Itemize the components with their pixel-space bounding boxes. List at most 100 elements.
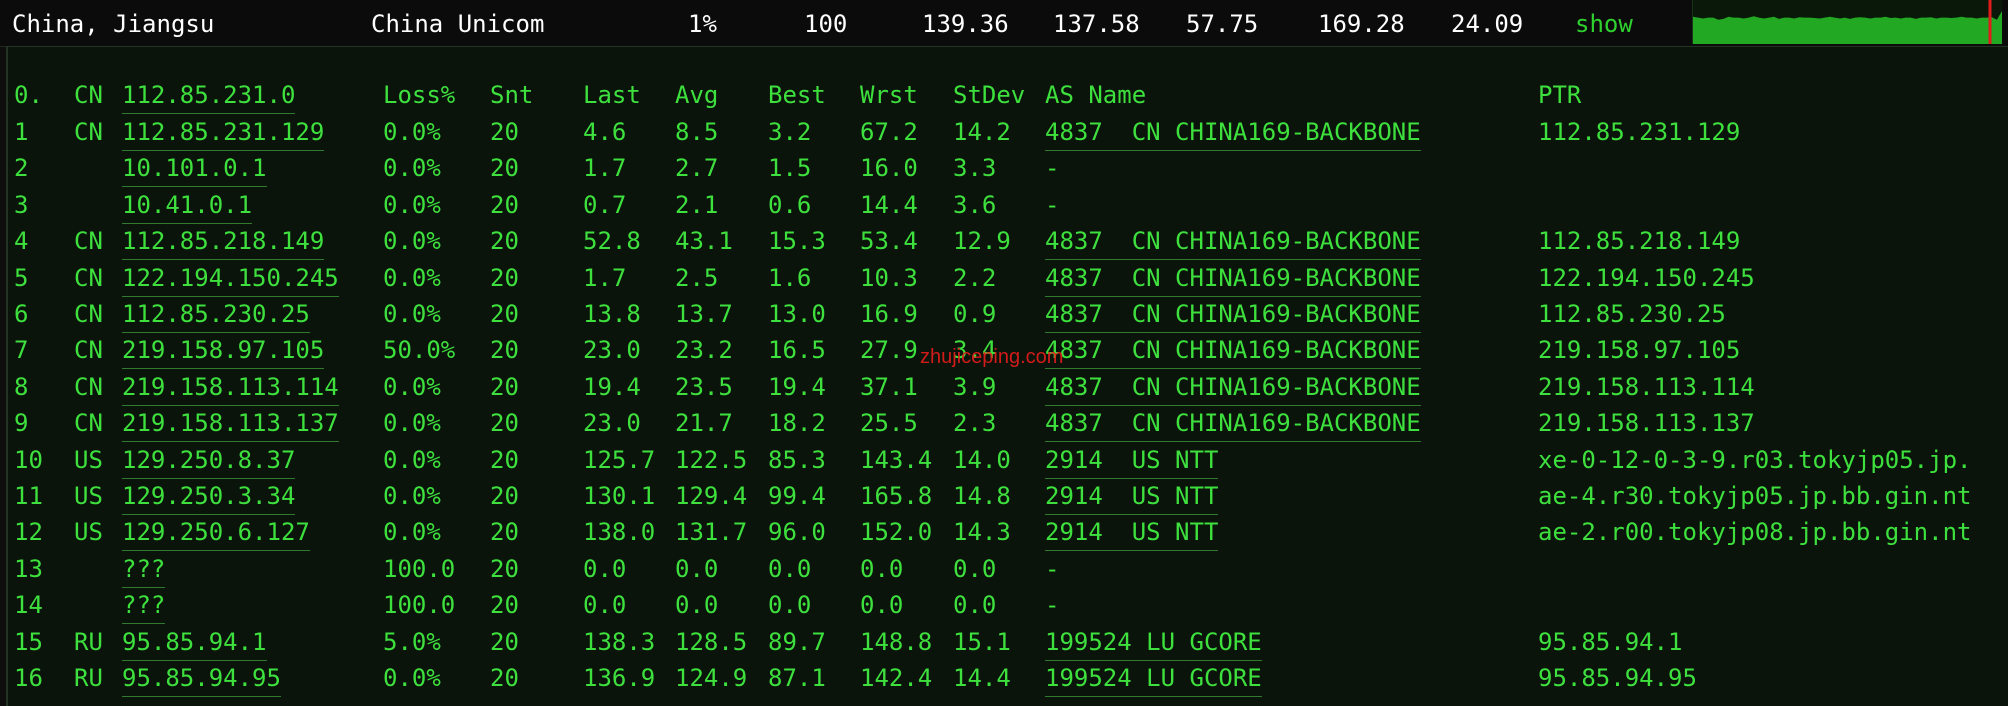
wrst-value: 143.4 [860,445,933,474]
col-wrst: Wrst [860,81,918,109]
hop-number: 7 [14,336,29,365]
snt-value: 20 [490,445,519,474]
hop-number: 13 [14,554,43,583]
table-row: 10 US 129.250.8.37 0.0% 20 125.7 122.5 85.3 143.… [8,443,2008,479]
col-avg: Avg [675,81,719,109]
host-link[interactable]: 10.101.0.1 [122,151,267,188]
col-cc: CN [74,81,103,109]
last-value: 13.8 [583,300,641,328]
table-row: 1 CN 112.85.231.129 0.0% 20 4.6 8.5 3.2 67.2 14.2… [8,115,2008,151]
host-link[interactable]: 95.85.94.95 [122,661,281,697]
table-row: 6 CN 112.85.230.25 0.0% 20 13.8 13.7 13.0 16.9 0.… [8,297,2008,333]
snt-value: 20 [490,227,519,256]
host-link[interactable]: 112.85.231.129 [122,115,325,151]
host-link[interactable]: 219.158.97.105 [122,333,325,370]
host-link[interactable]: 129.250.3.34 [122,479,296,515]
summary-best: 57.75 [1186,10,1259,38]
as-name-link[interactable]: 4837 CN CHINA169-BACKBONE [1045,297,1421,333]
col-last: Last [583,81,641,109]
wrst-value: 165.8 [860,482,933,510]
as-name-link[interactable]: 4837 CN CHINA169-BACKBONE [1045,224,1421,261]
last-value: 138.3 [583,627,656,656]
snt-value: 20 [490,627,519,656]
stdev-value: 14.4 [953,664,1011,692]
stdev-value: 14.2 [953,118,1011,146]
avg-value: 23.2 [675,336,733,365]
country-code: US [74,518,103,547]
host-link[interactable]: ??? [122,552,166,588]
ptr-value: 112.85.231.129 [1538,118,1741,146]
host-link[interactable]: 129.250.8.37 [122,443,296,479]
best-value: 96.0 [768,518,826,547]
as-name-link[interactable]: 4837 CN CHINA169-BACKBONE [1045,261,1421,297]
host-link[interactable]: 10.41.0.1 [122,188,253,224]
summary-loss: 1% [688,10,717,38]
loss-value: 50.0% [383,336,456,365]
loss-value: 0.0% [383,227,441,256]
ptr-value: 112.85.230.25 [1538,300,1726,328]
country-code: CN [74,227,103,256]
host-link[interactable]: 112.85.218.149 [122,224,325,261]
table-row: 13??? 100.0 20 0.0 0.0 0.0 0.0 0.0 - [8,552,2008,588]
wrst-value: 27.9 [860,336,918,365]
avg-value: 2.5 [675,263,719,292]
last-value: 0.7 [583,190,627,219]
table-row: 9 CN 219.158.113.137 0.0% 20 23.0 21.7 18.2 25.5… [8,406,2008,443]
ptr-value: xe-0-12-0-3-9.r03.tokyjp05.jp. [1538,445,1972,474]
as-name-link: - [1045,154,1060,183]
avg-value: 23.5 [675,372,733,401]
summary-bar: China, Jiangsu China Unicom 1% 100 139.3… [0,0,2008,47]
as-name-link[interactable]: 2914 US NTT [1045,443,1219,479]
host-link[interactable]: 122.194.150.245 [122,261,339,297]
hop-number: 15 [14,627,43,656]
wrst-value: 148.8 [860,627,933,656]
stdev-value: 3.6 [953,190,997,219]
as-name-link[interactable]: 199524 LU GCORE [1045,625,1262,661]
as-name-link[interactable]: 4837 CN CHINA169-BACKBONE [1045,115,1421,151]
summary-sent: 100 [804,10,848,38]
host-link[interactable]: 129.250.6.127 [122,515,310,552]
country-code: CN [74,118,103,146]
wrst-value: 25.5 [860,409,918,438]
best-value: 89.7 [768,627,826,656]
show-button[interactable]: show [1575,11,1633,37]
ptr-value: ae-2.r00.tokyjp08.jp.bb.gin.nt [1538,518,1972,547]
host-link[interactable]: 95.85.94.1 [122,625,267,661]
host-link[interactable]: 219.158.113.114 [122,370,339,406]
stdev-value: 12.9 [953,227,1011,256]
loss-value: 0.0% [383,300,441,328]
last-value: 23.0 [583,336,641,365]
host-link[interactable]: 219.158.113.137 [122,406,339,443]
host-link[interactable]: 112.85.230.25 [122,297,310,333]
avg-value: 129.4 [675,482,748,510]
wrst-value: 16.9 [860,300,918,328]
hop-number: 14 [14,591,43,620]
loss-value: 0.0% [383,263,441,292]
snt-value: 20 [490,372,519,401]
avg-value: 131.7 [675,518,748,547]
as-name-link[interactable]: 2914 US NTT [1045,515,1219,552]
as-name-link: - [1045,591,1060,620]
last-value: 19.4 [583,372,641,401]
wrst-value: 16.0 [860,154,918,183]
loss-value: 100.0 [383,554,456,583]
last-value: 1.7 [583,263,627,292]
wrst-value: 67.2 [860,118,918,146]
table-row: 4 CN 112.85.218.149 0.0% 20 52.8 43.1 15.3 53.4 1… [8,224,2008,261]
summary-location: China, Jiangsu [12,10,215,38]
col-hop: 0. [14,81,43,109]
best-value: 19.4 [768,372,826,401]
table-row: 5 CN 122.194.150.245 0.0% 20 1.7 2.5 1.6 10.3 2.2… [8,261,2008,297]
as-name-link[interactable]: 4837 CN CHINA169-BACKBONE [1045,370,1421,406]
as-name-link[interactable]: 4837 CN CHINA169-BACKBONE [1045,333,1421,370]
snt-value: 20 [490,263,519,292]
table-row: 14??? 100.0 20 0.0 0.0 0.0 0.0 0.0 - [8,588,2008,625]
as-name-link[interactable]: 199524 LU GCORE [1045,661,1262,697]
table-row: 12 US 129.250.6.127 0.0% 20 138.0 131.7 96.0 152… [8,515,2008,552]
hop-number: 12 [14,518,43,547]
as-name-link[interactable]: 2914 US NTT [1045,479,1219,515]
latency-sparkline [1692,0,2002,44]
as-name-link[interactable]: 4837 CN CHINA169-BACKBONE [1045,406,1421,443]
col-host-link[interactable]: 112.85.231.0 [122,78,296,114]
host-link[interactable]: ??? [122,588,166,625]
